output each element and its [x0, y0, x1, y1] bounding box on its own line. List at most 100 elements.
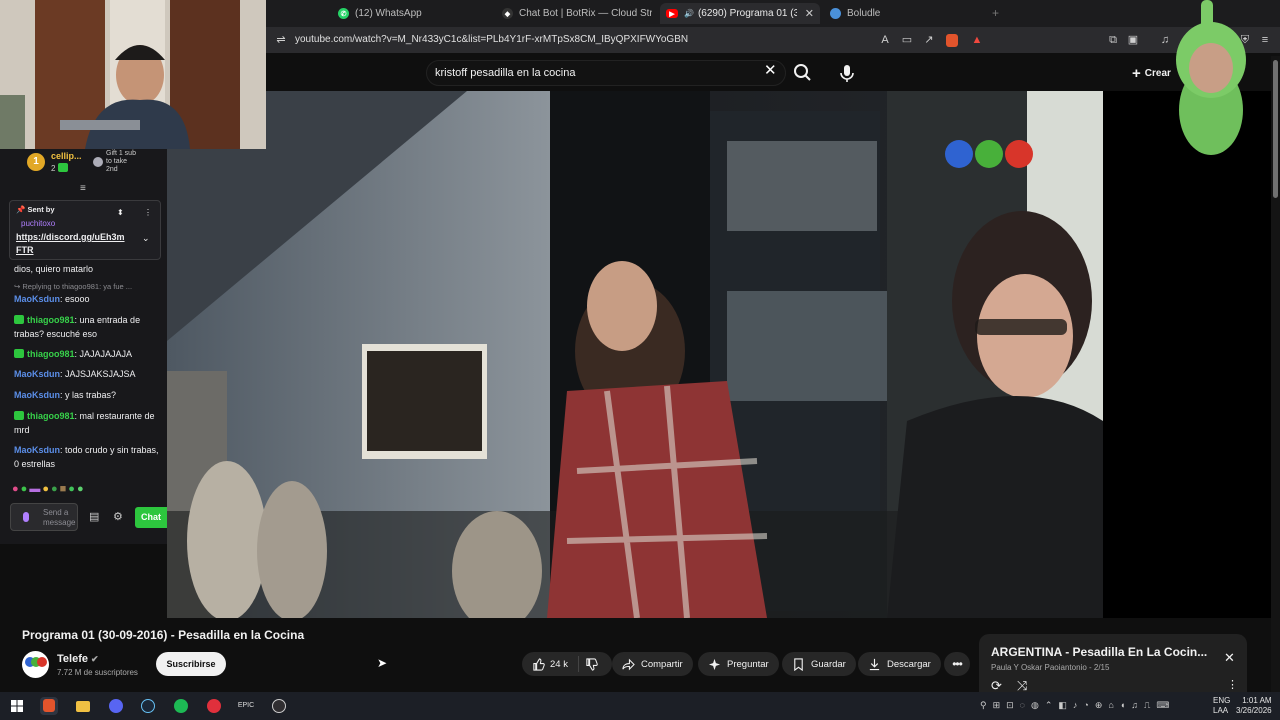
brave-shields-icon[interactable]	[946, 34, 958, 47]
bookmark-icon	[794, 657, 803, 671]
extensions-icon[interactable]: ⧉	[1106, 33, 1120, 47]
tab-whatsapp[interactable]: ✆ (12) WhatsApp	[338, 3, 488, 24]
share-page-icon[interactable]: ↗	[922, 33, 936, 47]
search-input[interactable]: kristoff pesadilla en la cocina	[435, 67, 575, 79]
plus-icon: +	[1132, 65, 1141, 82]
video-player[interactable]	[167, 91, 1103, 618]
discord-icon[interactable]	[107, 697, 125, 715]
microphone-icon	[23, 512, 29, 522]
cast-icon[interactable]: ▭	[900, 33, 914, 47]
system-tray-icons[interactable]: ⚲⊞⊡◌◍⌃◧♪◔⊕⌂◖♫⎍⌨	[980, 700, 1175, 711]
clock[interactable]: 1:01 AM 3/26/2026	[1236, 696, 1272, 716]
obs-icon[interactable]	[270, 697, 288, 715]
like-button[interactable]: 24 k	[532, 657, 568, 671]
whatsapp-icon: ✆	[338, 8, 349, 19]
download-button[interactable]: Descargar	[858, 652, 941, 676]
address-bar: ⇌ youtube.com/watch?v=M_Nr433yC1c&list=P…	[266, 27, 1280, 53]
sidebar-icon[interactable]: ▣	[1126, 33, 1140, 47]
brave-browser-icon[interactable]	[40, 697, 58, 715]
chat-input-placeholder: Send a message	[43, 508, 76, 527]
gift-icon	[93, 157, 103, 167]
brave-rewards-icon[interactable]: ▲	[970, 33, 984, 47]
pinned-label: 📌 Sent by	[16, 205, 55, 214]
chat-message: MaoKsdun: JAJSJAKSJAJSA	[14, 369, 136, 379]
close-icon[interactable]: ✕	[1224, 650, 1235, 666]
chat-message: thiagoo981: mal restaurante de mrd	[14, 411, 155, 435]
pin-icon[interactable]: ⬍	[117, 208, 124, 217]
spotify-icon[interactable]	[172, 697, 190, 715]
chat-message: thiagoo981: una entrada de trabas? escuc…	[14, 315, 141, 339]
steam-icon[interactable]	[139, 697, 157, 715]
more-options-icon[interactable]: ⋮	[1227, 678, 1238, 691]
share-button[interactable]: Compartir	[612, 652, 693, 676]
menu-icon[interactable]: ≡	[1258, 33, 1272, 47]
close-tab-icon[interactable]: ✕	[805, 7, 814, 20]
chat-message: MaoKsdun: esooo	[14, 294, 90, 304]
pin-icon: 📌	[16, 205, 28, 214]
emote-bar[interactable]: ●●▬●●■●●	[12, 483, 86, 495]
pinned-link[interactable]: https://discord.gg/uEh3m FTR	[16, 231, 125, 257]
rank-badge: 1	[27, 153, 45, 171]
clear-search-icon[interactable]: ✕	[764, 63, 777, 78]
windows-start-icon[interactable]	[8, 697, 26, 715]
channel-name[interactable]: Telefe ✔	[57, 653, 99, 665]
chat-message: MaoKsdun: y las trabas?	[14, 390, 117, 400]
like-dislike-group: 24 k	[522, 652, 612, 676]
dislike-button[interactable]	[585, 657, 598, 671]
tab-label: Boludle	[847, 8, 881, 19]
scrollbar-thumb[interactable]	[1273, 60, 1278, 198]
video-side-bar	[1103, 91, 1271, 618]
speaker-icon: 🔊	[684, 9, 694, 18]
chevron-down-icon[interactable]: ⌄	[142, 233, 150, 244]
file-explorer-icon[interactable]	[74, 697, 92, 715]
webcam-overlay	[0, 0, 266, 149]
taskbar: EPIC ⚲⊞⊡◌◍⌃◧♪◔⊕⌂◖♫⎍⌨ ENG LAA 1:01 AM 3/26/…	[0, 692, 1280, 720]
new-tab-icon[interactable]: +	[992, 6, 999, 20]
tab-botrix[interactable]: ◆ Chat Bot | BotRix — Cloud Streaming	[502, 3, 652, 24]
collapse-icon[interactable]: ≡	[80, 183, 86, 194]
tab-label: (6290) Programa 01 (30-09-2	[697, 8, 797, 19]
thumbs-up-icon	[533, 657, 545, 671]
top-gifter-name: cellip...	[51, 151, 82, 161]
more-actions-button[interactable]: •••	[944, 652, 970, 676]
more-horizontal-icon: •••	[952, 657, 963, 671]
pinned-user: puchitoxo	[21, 219, 56, 228]
ask-button[interactable]: Preguntar	[698, 652, 779, 676]
mascot-overlay	[1166, 0, 1256, 158]
playlist-title[interactable]: ARGENTINA - Pesadilla En La Cocin...	[991, 645, 1207, 659]
sparkle-icon	[708, 658, 721, 670]
top-gifter-count: 2	[51, 163, 71, 173]
save-button[interactable]: Guardar	[782, 652, 856, 676]
share-icon	[622, 658, 635, 670]
stream-chat: 1 cellip... 2 Gift 1 sub to take 2nd ≡ 📌 S…	[0, 149, 167, 544]
mouse-cursor-icon: ➤	[377, 656, 388, 670]
channel-avatar[interactable]	[22, 651, 49, 678]
playlist-subtitle: Paula Y Oskar Paoiantonio - 2/15	[991, 663, 1110, 672]
microphone-icon[interactable]	[834, 60, 860, 86]
app-red-icon[interactable]	[205, 697, 223, 715]
chat-input[interactable]: Send a message	[10, 503, 78, 531]
tab-boludle[interactable]: Boludle	[830, 3, 980, 24]
url-field[interactable]: youtube.com/watch?v=M_Nr433yC1c&list=PLb…	[295, 34, 688, 45]
youtube-header: kristoff pesadilla en la cocina ✕ + Crear	[266, 53, 1280, 91]
epic-games-icon[interactable]: EPIC	[237, 697, 255, 715]
site-settings-icon[interactable]: ⇌	[274, 33, 288, 47]
botrix-icon: ◆	[502, 8, 513, 19]
translate-icon[interactable]: A	[878, 33, 892, 47]
search-icon[interactable]	[790, 60, 814, 84]
search-box[interactable]: kristoff pesadilla en la cocina	[426, 60, 786, 86]
gift-text: Gift 1 sub to take 2nd	[106, 150, 136, 173]
playlist-panel: ARGENTINA - Pesadilla En La Cocin... Pau…	[979, 634, 1247, 693]
chat-message: thiagoo981: JAJAJAJAJA	[14, 347, 164, 361]
more-options-icon[interactable]: ⋮	[144, 208, 152, 217]
tab-youtube-active[interactable]: ▶ 🔊 (6290) Programa 01 (30-09-2 ✕	[660, 3, 820, 24]
download-icon	[869, 658, 880, 670]
chat-send-button[interactable]: Chat	[135, 507, 167, 528]
youtube-icon: ▶	[666, 9, 678, 18]
language-indicator[interactable]: ENG LAA	[1213, 696, 1230, 716]
gift-box-icon[interactable]: ▤	[89, 510, 99, 523]
tab-label: Chat Bot | BotRix — Cloud Streaming	[519, 8, 652, 19]
gear-icon[interactable]: ⚙	[113, 510, 123, 523]
pinned-message: 📌 Sent by puchitoxo https://discord.gg/u…	[9, 200, 161, 260]
subscribe-button[interactable]: Suscribirse	[156, 652, 226, 676]
